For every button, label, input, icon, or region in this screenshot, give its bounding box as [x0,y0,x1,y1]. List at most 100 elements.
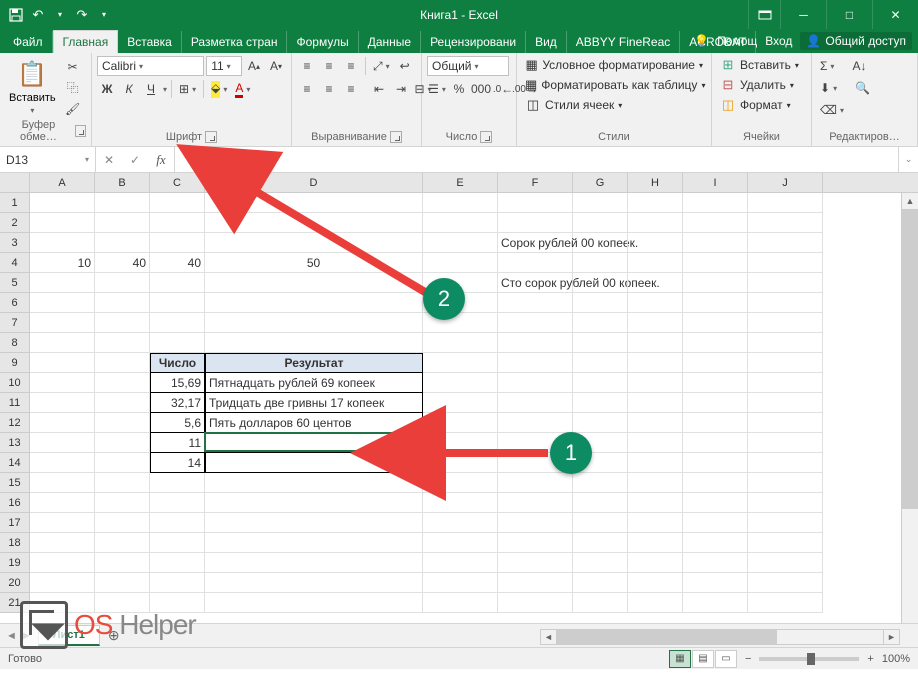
cell-A10[interactable] [30,373,95,393]
row-header-13[interactable]: 13 [0,433,30,453]
cell-B18[interactable] [95,533,150,553]
cell-C5[interactable] [150,273,205,293]
cell-D5[interactable] [205,273,423,293]
fill-icon[interactable]: ⬇ [817,78,840,98]
cell-E21[interactable] [423,593,498,613]
cell-J19[interactable] [748,553,823,573]
bold-button[interactable]: Ж [97,79,117,99]
cell-D13[interactable] [205,433,423,453]
cell-A1[interactable] [30,193,95,213]
cell-H15[interactable] [628,473,683,493]
row-header-6[interactable]: 6 [0,293,30,313]
cell-H20[interactable] [628,573,683,593]
borders-icon[interactable]: ⊞ [176,79,199,99]
close-button[interactable]: ✕ [872,0,918,29]
tab-view[interactable]: Вид [526,31,567,53]
cell-C3[interactable] [150,233,205,253]
cell-I1[interactable] [683,193,748,213]
row-header-12[interactable]: 12 [0,413,30,433]
cell-B2[interactable] [95,213,150,233]
col-header-D[interactable]: D [205,173,423,192]
cell-A18[interactable] [30,533,95,553]
save-icon[interactable] [8,7,24,23]
hscroll-thumb[interactable] [557,630,777,644]
redo-icon[interactable]: ↷ [74,7,90,23]
fill-color-icon[interactable]: ⬙ [208,79,230,99]
cell-J8[interactable] [748,333,823,353]
page-layout-view-icon[interactable]: ▤ [692,650,714,668]
select-all-corner[interactable] [0,173,30,192]
find-icon[interactable]: 🔍 [852,78,873,98]
scroll-up-icon[interactable]: ▲ [902,193,918,209]
cell-A4[interactable]: 10 [30,253,95,273]
horizontal-scrollbar[interactable]: ◄ ► [540,629,900,645]
cell-G15[interactable] [573,473,628,493]
cell-H19[interactable] [628,553,683,573]
cell-E20[interactable] [423,573,498,593]
cell-G20[interactable] [573,573,628,593]
maximize-button[interactable]: □ [826,0,872,29]
qat-customize-icon[interactable]: ▾ [96,7,112,23]
cell-A3[interactable] [30,233,95,253]
cell-B19[interactable] [95,553,150,573]
cell-J18[interactable] [748,533,823,553]
align-right-icon[interactable]: ≡ [341,79,361,99]
cell-B14[interactable] [95,453,150,473]
clear-icon[interactable]: ⌫ [817,100,847,120]
col-header-C[interactable]: C [150,173,205,192]
autosum-icon[interactable]: Σ [817,56,837,76]
cell-H12[interactable] [628,413,683,433]
cell-E3[interactable] [423,233,498,253]
cell-I19[interactable] [683,553,748,573]
cell-F16[interactable] [498,493,573,513]
cell-J5[interactable] [748,273,823,293]
cell-B16[interactable] [95,493,150,513]
vscroll-thumb[interactable] [902,209,918,509]
sheet-nav-prev-icon[interactable]: ◄ [6,630,17,642]
cell-D15[interactable] [205,473,423,493]
cell-styles-button[interactable]: ◫Стили ячеек▾ [522,96,706,114]
row-header-20[interactable]: 20 [0,573,30,593]
cell-E9[interactable] [423,353,498,373]
cell-J20[interactable] [748,573,823,593]
cell-C11[interactable]: 32,17 [150,393,205,413]
row-header-4[interactable]: 4 [0,253,30,273]
cell-C15[interactable] [150,473,205,493]
tell-me-icon[interactable]: 💡 [694,34,709,48]
cell-B8[interactable] [95,333,150,353]
cell-A20[interactable] [30,573,95,593]
cell-B20[interactable] [95,573,150,593]
cell-H16[interactable] [628,493,683,513]
align-top-icon[interactable]: ≡ [297,56,317,76]
name-box-dropdown-icon[interactable]: ▾ [85,155,89,164]
row-header-2[interactable]: 2 [0,213,30,233]
row-header-10[interactable]: 10 [0,373,30,393]
cell-C2[interactable] [150,213,205,233]
cell-E6[interactable] [423,293,498,313]
cell-C13[interactable]: 11 [150,433,205,453]
cell-F20[interactable] [498,573,573,593]
cell-E2[interactable] [423,213,498,233]
copy-icon[interactable]: ⿻ [63,78,83,98]
cell-F1[interactable] [498,193,573,213]
cell-G4[interactable] [573,253,628,273]
cell-H21[interactable] [628,593,683,613]
cell-H1[interactable] [628,193,683,213]
cell-A8[interactable] [30,333,95,353]
paste-button[interactable]: 📋 Вставить ▾ [5,56,60,119]
cell-D12[interactable]: Пять долларов 60 центов [205,413,423,433]
cell-J4[interactable] [748,253,823,273]
cell-F12[interactable] [498,413,573,433]
cell-D2[interactable] [205,213,423,233]
number-format-dropdown[interactable]: Общий [427,56,509,76]
cell-C8[interactable] [150,333,205,353]
cell-J10[interactable] [748,373,823,393]
cell-B7[interactable] [95,313,150,333]
col-header-G[interactable]: G [573,173,628,192]
cell-J6[interactable] [748,293,823,313]
cell-J14[interactable] [748,453,823,473]
cell-I8[interactable] [683,333,748,353]
comma-icon[interactable]: 000 [471,79,491,99]
underline-button[interactable]: Ч [141,79,161,99]
cell-E5[interactable] [423,273,498,293]
